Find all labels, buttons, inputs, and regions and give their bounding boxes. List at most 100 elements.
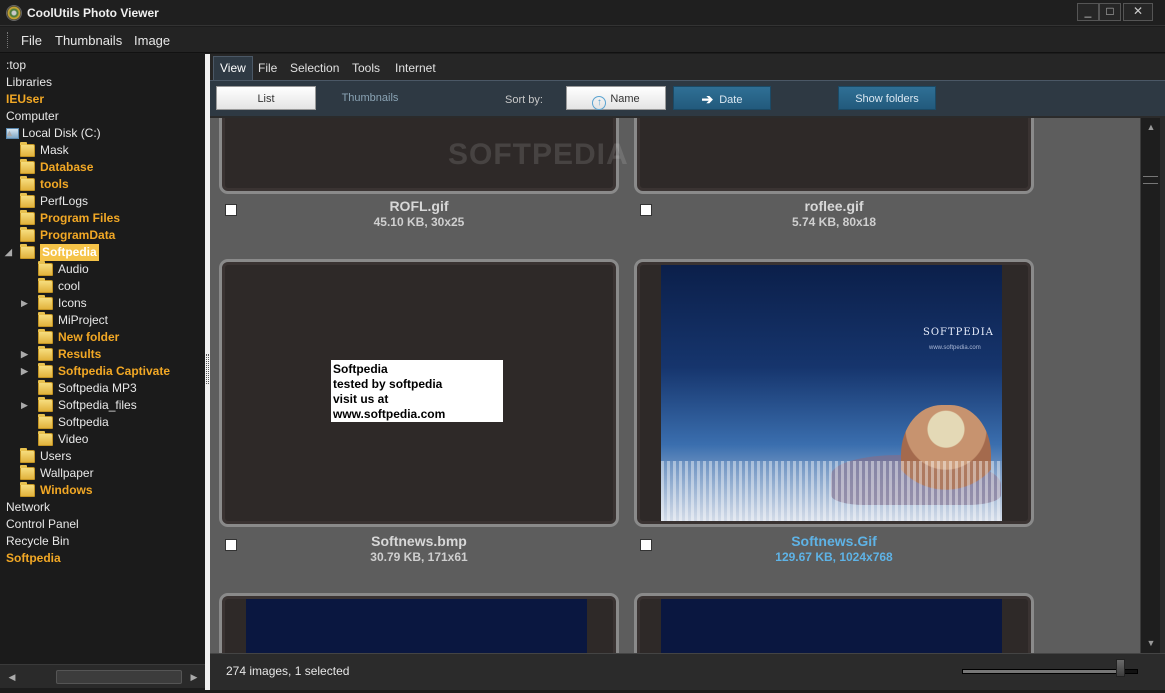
tree-item-label: Network (6, 500, 51, 514)
sort-ascending-icon: ↑ (592, 96, 607, 110)
expand-arrow-icon[interactable]: ▶ (21, 295, 28, 312)
sort-date-button[interactable]: ➔ Date (673, 86, 771, 110)
arrow-right-icon: ➔ (701, 91, 714, 107)
close-button[interactable]: ✕ (1123, 3, 1153, 21)
vertical-scroll-thumb[interactable] (1143, 176, 1158, 184)
status-text: 274 images, 1 selected (226, 664, 350, 678)
thumbnail-tile[interactable] (219, 118, 619, 194)
scroll-left-icon[interactable]: ◀ (4, 669, 20, 685)
folder-icon (38, 414, 53, 429)
thumbnail-preview-image (246, 599, 587, 653)
folder-icon (20, 176, 35, 191)
scroll-up-icon[interactable]: ▲ (1144, 122, 1158, 132)
folder-icon (20, 244, 35, 259)
scroll-right-icon[interactable]: ▶ (186, 669, 202, 685)
tab-internet[interactable]: Internet (395, 61, 436, 75)
folder-icon (38, 312, 53, 327)
thumbnail-tile[interactable] (219, 593, 619, 653)
menu-bar: File Thumbnails Image (0, 27, 1165, 53)
gif-preview-image: SOFTPEDIA www.softpedia.com (661, 265, 1002, 521)
menu-image[interactable]: Image (134, 33, 170, 48)
show-folders-button[interactable]: Show folders (838, 86, 936, 110)
tree-item-label: :top (6, 58, 27, 72)
folder-icon (38, 380, 53, 395)
bmp-text-line: tested by softpedia (333, 377, 443, 391)
folder-icon (20, 142, 35, 157)
tree-item-label: Computer (6, 109, 59, 123)
tree-item-label: Control Panel (6, 517, 79, 531)
zoom-slider-thumb[interactable] (1116, 659, 1126, 677)
thumbnail-info: 30.79 KB, 171x61 (370, 550, 468, 564)
ribbon-toolbar: List Thumbnails Sort by: ↑ Name ➔ Date Sho… (210, 80, 1165, 116)
folder-icon (38, 329, 53, 344)
sort-by-label: Sort by: (505, 94, 543, 106)
tree-item-label: Results (58, 347, 102, 361)
thumbnail-info: 5.74 KB, 80x18 (791, 215, 877, 229)
sort-name-button[interactable]: ↑ Name (566, 86, 666, 110)
folder-icon (38, 346, 53, 361)
folder-icon (38, 278, 53, 293)
expand-arrow-icon[interactable]: ▶ (21, 363, 28, 380)
tab-view[interactable]: View (213, 56, 253, 80)
tree-item-label: New folder (58, 330, 120, 344)
maximize-button[interactable]: □ (1099, 3, 1121, 21)
folder-icon (20, 159, 35, 174)
thumbnail-grid: ROFL.gif 45.10 KB, 30x25 roflee.gif 5.74… (210, 118, 1140, 653)
zoom-slider[interactable] (962, 669, 1138, 674)
folder-tree: :top Libraries IEUser Computer ▲ Local Disk (… (0, 54, 205, 664)
folder-icon (38, 295, 53, 310)
thumbnail-vertical-scrollbar[interactable]: ▲ ▼ (1140, 118, 1160, 653)
expand-arrow-icon[interactable]: ◢ (5, 244, 12, 261)
tree-item-label: ProgramData (40, 228, 116, 242)
tree-item-label: Softpedia Captivate (58, 364, 171, 378)
menu-thumbnails[interactable]: Thumbnails (55, 33, 122, 48)
thumbnail-tile[interactable] (634, 593, 1034, 653)
tree-item-label: Wallpaper (40, 466, 94, 480)
tree-item-label: Softpedia (6, 551, 61, 565)
bmp-text-line: visit us at www.softpedia.com (333, 392, 446, 421)
tree-item-label: Local Disk (C:) (22, 126, 101, 140)
list-view-button[interactable]: List (216, 86, 316, 110)
thumbnail-name: roflee.gif (804, 198, 864, 214)
tab-tools[interactable]: Tools (352, 61, 380, 75)
expand-arrow-icon[interactable]: ▲ (5, 125, 14, 142)
thumbnail-name: ROFL.gif (389, 198, 449, 214)
tree-item-label: Softpedia MP3 (58, 381, 137, 395)
title-bar: CoolUtils Photo Viewer _ □ ✕ (0, 0, 1165, 26)
tree-item-label: MiProject (58, 313, 109, 327)
sort-date-label: Date (719, 94, 743, 106)
tree-scroll-thumb[interactable] (56, 670, 182, 684)
tree-item-label: Softpedia_files (58, 398, 137, 412)
tab-selection[interactable]: Selection (290, 61, 339, 75)
thumbnail-tile-selected[interactable]: SOFTPEDIA www.softpedia.com (634, 259, 1034, 527)
main-panel: View File Selection Tools Internet List … (210, 54, 1165, 690)
minimize-button[interactable]: _ (1077, 3, 1099, 21)
tree-item-label: Users (40, 449, 72, 463)
thumbnails-view-button[interactable]: Thumbnails (320, 86, 420, 110)
tree-item-label: Database (40, 160, 94, 174)
thumbnail-name: Softnews.Gif (791, 533, 877, 549)
splitter-grip[interactable] (206, 354, 209, 384)
thumbnail-preview-image (661, 599, 1002, 653)
tree-item-label: cool (58, 279, 81, 293)
tab-file[interactable]: File (258, 61, 277, 75)
status-bar: 274 images, 1 selected (210, 653, 1165, 690)
folder-icon (20, 482, 35, 497)
tree-horizontal-scrollbar[interactable]: ◀ ▶ (0, 664, 205, 688)
thumbnail-tile[interactable] (634, 118, 1034, 194)
tree-item-label: tools (40, 177, 69, 191)
folder-icon (38, 431, 53, 446)
folder-icon (20, 227, 35, 242)
sort-name-label: Name (610, 93, 640, 105)
expand-arrow-icon[interactable]: ▶ (21, 346, 28, 363)
expand-arrow-icon[interactable]: ▶ (21, 397, 28, 414)
tree-item-label: Program Files (40, 211, 121, 225)
folder-icon (20, 210, 35, 225)
gif-logo-text: SOFTPEDIA (923, 327, 994, 338)
folder-icon (20, 465, 35, 480)
scroll-down-icon[interactable]: ▼ (1144, 638, 1158, 648)
thumbnail-tile[interactable]: Softpedia tested by softpedia visit us a… (219, 259, 619, 527)
menu-file[interactable]: File (21, 33, 42, 48)
thumbnail-info: 129.67 KB, 1024x768 (775, 550, 893, 564)
tree-item-label: Mask (40, 143, 69, 157)
